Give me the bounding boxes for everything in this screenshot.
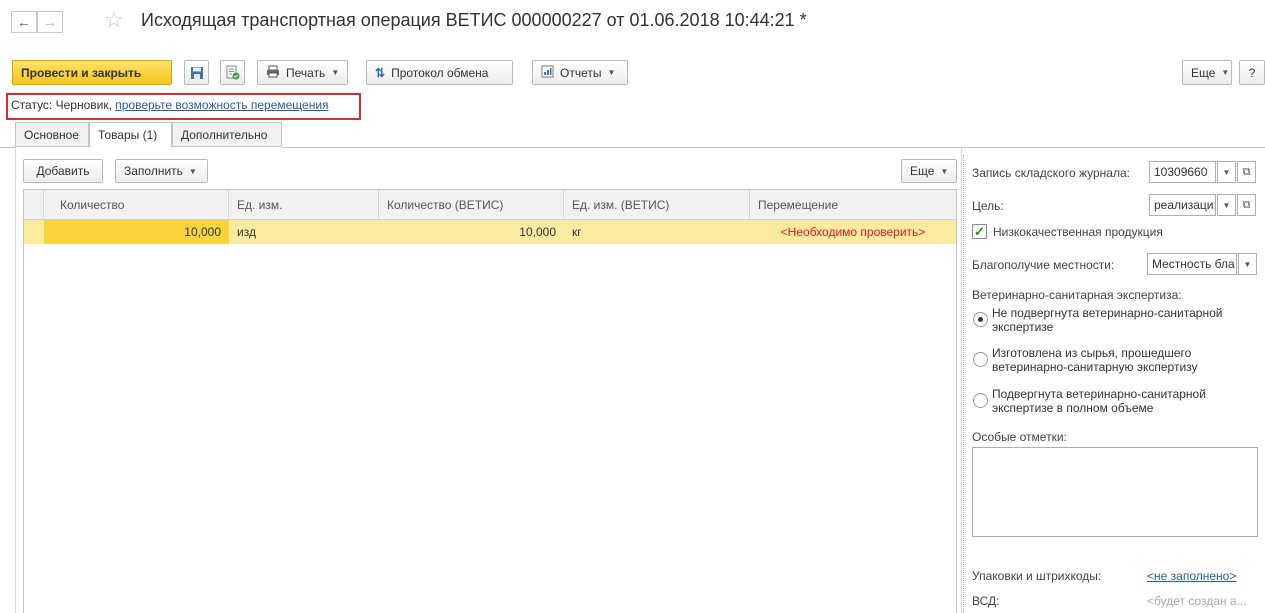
checkmark-icon: ✓ bbox=[974, 224, 985, 239]
goal-dropdown-button[interactable]: ▼ bbox=[1217, 194, 1236, 216]
goal-open-button[interactable]: ⧉ bbox=[1237, 194, 1256, 216]
transfer-cell[interactable]: <Необходимо проверить> bbox=[750, 220, 956, 244]
chevron-down-icon: ▼ bbox=[1221, 68, 1230, 77]
chevron-down-icon: ▼ bbox=[188, 166, 197, 176]
chevron-down-icon: ▼ bbox=[940, 166, 949, 176]
add-row-button[interactable]: Добавить bbox=[23, 159, 103, 183]
page-title: Исходящая транспортная операция ВЕТИС 00… bbox=[141, 10, 807, 30]
open-window-icon: ⧉ bbox=[1242, 198, 1251, 211]
post-and-close-button[interactable]: Провести и закрыть bbox=[12, 60, 172, 85]
fill-button[interactable]: Заполнить ▼ bbox=[115, 159, 208, 183]
chevron-down-icon: ▼ bbox=[607, 68, 616, 77]
more-button[interactable]: Еще ▼ bbox=[1182, 60, 1232, 85]
low-quality-label[interactable]: Низкокачественная продукция bbox=[993, 225, 1163, 239]
unit-cell[interactable]: изд bbox=[229, 220, 379, 244]
qty-vetis-cell[interactable]: 10,000 bbox=[379, 220, 564, 244]
chevron-down-icon: ▼ bbox=[331, 68, 340, 77]
table-header: Количество Ед. изм. Количество (ВЕТИС) Е… bbox=[24, 190, 956, 220]
goods-table[interactable]: Количество Ед. изм. Количество (ВЕТИС) Е… bbox=[23, 189, 957, 613]
floppy-disk-icon bbox=[190, 66, 203, 79]
column-header[interactable]: Ед. изм. bbox=[229, 190, 379, 220]
table-more-label: Еще bbox=[910, 164, 935, 178]
panel-splitter[interactable] bbox=[963, 155, 964, 613]
journal-field[interactable]: 10309660 bbox=[1149, 161, 1216, 183]
post-button[interactable] bbox=[220, 60, 245, 85]
help-icon: ? bbox=[1248, 65, 1256, 80]
fill-label: Заполнить bbox=[124, 164, 183, 178]
chevron-down-icon: ▼ bbox=[1222, 167, 1231, 177]
report-icon bbox=[541, 65, 554, 81]
check-transfer-link[interactable]: проверьте возможность перемещения bbox=[115, 98, 328, 112]
journal-dropdown-button[interactable]: ▼ bbox=[1217, 161, 1236, 183]
wellbeing-field[interactable]: Местность бла bbox=[1147, 253, 1237, 275]
expertise-option-2-label[interactable]: Изготовлена из сырья, прошедшего ветерин… bbox=[992, 346, 1252, 374]
status-label: Статус: Черновик, bbox=[11, 98, 116, 112]
arrow-right-icon: → bbox=[43, 14, 57, 30]
column-header[interactable]: Ед. изм. (ВЕТИС) bbox=[564, 190, 750, 220]
tab-goods[interactable]: Товары (1) bbox=[89, 122, 172, 148]
pane-right-border bbox=[961, 147, 962, 613]
add-row-label: Добавить bbox=[36, 164, 90, 178]
expertise-option-1-radio[interactable] bbox=[973, 312, 988, 327]
arrow-left-icon: ← bbox=[17, 14, 31, 30]
column-header[interactable]: Количество bbox=[44, 190, 229, 220]
header-marker bbox=[24, 190, 44, 220]
qty-cell[interactable]: 10,000 bbox=[44, 220, 229, 244]
tab-additional-label: Дополнительно bbox=[181, 127, 268, 142]
wellbeing-label: Благополучие местности: bbox=[972, 258, 1115, 272]
tab-additional[interactable]: Дополнительно bbox=[172, 122, 282, 147]
column-header[interactable]: Количество (ВЕТИС) bbox=[379, 190, 564, 220]
expertise-label: Ветеринарно-санитарная экспертиза: bbox=[972, 288, 1182, 302]
chevron-down-icon: ▼ bbox=[1243, 259, 1252, 269]
chevron-down-icon: ▼ bbox=[1222, 200, 1231, 210]
document-post-icon bbox=[226, 65, 240, 80]
exchange-log-label: Протокол обмена bbox=[391, 65, 489, 80]
table-row[interactable]: 10,000 изд 10,000 кг <Необходимо провери… bbox=[24, 220, 956, 244]
exchange-log-button[interactable]: ⇅ Протокол обмена bbox=[366, 60, 513, 85]
tab-goods-label: Товары (1) bbox=[98, 128, 158, 142]
tabs-divider-left bbox=[0, 147, 15, 148]
favorite-star-icon[interactable]: ☆ bbox=[104, 7, 124, 33]
notes-textarea[interactable] bbox=[972, 447, 1258, 537]
goal-field[interactable]: реализаци: bbox=[1149, 194, 1216, 216]
low-quality-checkbox[interactable]: ✓ bbox=[972, 224, 987, 239]
packages-link[interactable]: <не заполнено> bbox=[1147, 569, 1236, 583]
more-label: Еще bbox=[1191, 65, 1216, 80]
packages-label: Упаковки и штрихкоды: bbox=[972, 569, 1102, 583]
reports-label: Отчеты bbox=[560, 65, 602, 80]
exchange-arrows-icon: ⇅ bbox=[375, 65, 386, 80]
wellbeing-dropdown-button[interactable]: ▼ bbox=[1238, 253, 1257, 275]
vsd-label: ВСД: bbox=[972, 594, 1000, 608]
unit-vetis-cell[interactable]: кг bbox=[564, 220, 750, 244]
print-label: Печать bbox=[286, 65, 326, 80]
table-more-button[interactable]: Еще ▼ bbox=[901, 159, 957, 183]
goal-label: Цель: bbox=[972, 199, 1004, 213]
save-button[interactable] bbox=[184, 60, 209, 85]
journal-open-button[interactable]: ⧉ bbox=[1237, 161, 1256, 183]
help-button[interactable]: ? bbox=[1239, 60, 1265, 85]
print-button[interactable]: Печать ▼ bbox=[257, 60, 348, 85]
status-line: Статус: Черновик, проверьте возможность … bbox=[11, 98, 329, 112]
printer-icon bbox=[266, 65, 280, 81]
tabs-divider bbox=[282, 147, 1265, 148]
pane-left-border bbox=[15, 147, 16, 613]
forward-button[interactable]: → bbox=[37, 11, 63, 33]
expertise-option-3-label[interactable]: Подвергнута ветеринарно-санитарной экспе… bbox=[992, 387, 1252, 415]
tab-main-label: Основное bbox=[24, 127, 79, 142]
row-marker bbox=[24, 220, 44, 244]
notes-label: Особые отметки: bbox=[972, 430, 1067, 444]
expertise-option-3-radio[interactable] bbox=[973, 393, 988, 408]
expertise-option-1-label[interactable]: Не подвергнута ветеринарно-санитарной эк… bbox=[992, 306, 1252, 334]
open-window-icon: ⧉ bbox=[1242, 165, 1251, 178]
vsd-value[interactable]: <будет создан а... bbox=[1147, 594, 1261, 608]
column-header[interactable]: Перемещение bbox=[750, 190, 956, 220]
expertise-option-2-radio[interactable] bbox=[973, 352, 988, 367]
reports-button[interactable]: Отчеты ▼ bbox=[532, 60, 628, 85]
back-button[interactable]: ← bbox=[11, 11, 37, 33]
journal-label: Запись складского журнала: bbox=[972, 166, 1130, 180]
post-and-close-label: Провести и закрыть bbox=[21, 65, 142, 80]
tab-main[interactable]: Основное bbox=[15, 122, 89, 147]
